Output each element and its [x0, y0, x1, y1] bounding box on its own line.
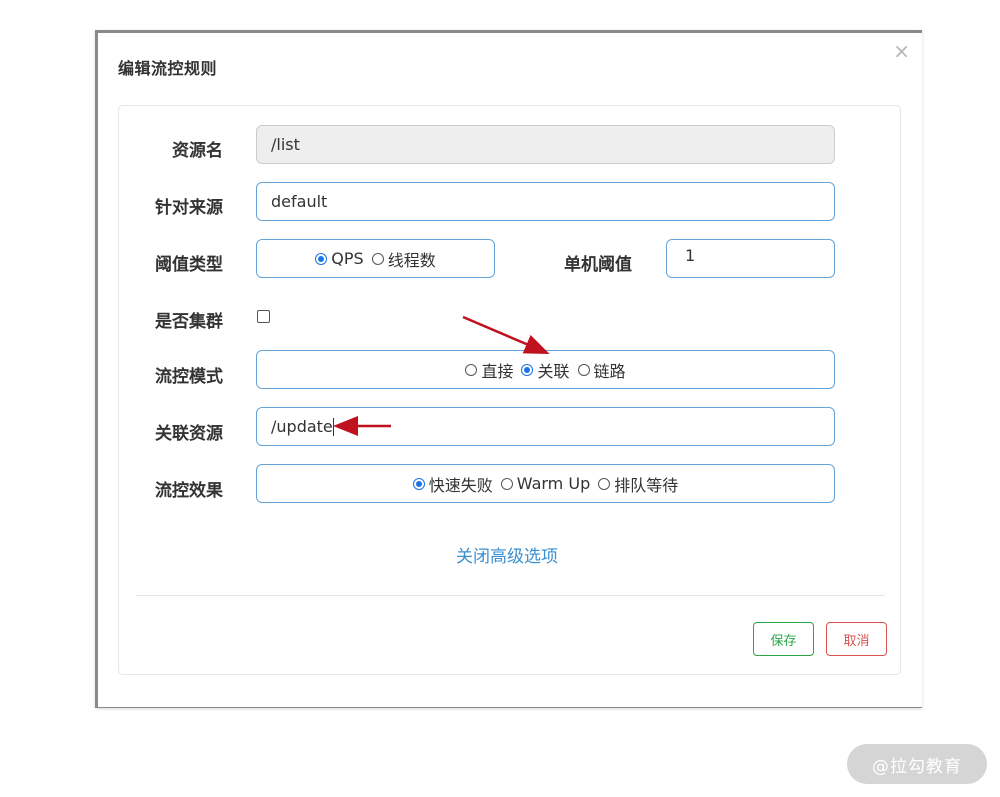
radio-selected-icon — [521, 363, 534, 376]
behavior-option-fail-fast[interactable]: 快速失败 — [412, 472, 493, 496]
resource-name-label: 资源名 — [172, 141, 223, 161]
radio-unselected-icon — [465, 363, 478, 376]
limit-app-label: 针对来源 — [155, 198, 223, 218]
grade-label: 阈值类型 — [155, 255, 223, 275]
strategy-option-label: 直接 — [481, 361, 514, 381]
brand-watermark: @拉勾教育 — [847, 744, 987, 784]
grade-radio-group: QPS 线程数 — [256, 239, 495, 278]
strategy-option-chain[interactable]: 链路 — [577, 358, 626, 382]
count-label: 单机阈值 — [564, 255, 632, 275]
close-advanced-options-link[interactable]: 关闭高级选项 — [456, 542, 558, 567]
behavior-option-label: 快速失败 — [428, 475, 493, 495]
dialog-title: 编辑流控规则 — [118, 59, 218, 78]
control-behavior-label: 流控效果 — [155, 481, 223, 501]
ref-resource-input[interactable]: /update — [256, 407, 835, 446]
strategy-option-label: 链路 — [593, 361, 626, 381]
cluster-mode-label: 是否集群 — [155, 312, 223, 332]
radio-unselected-icon — [500, 477, 513, 490]
strategy-radio-group: 直接 关联 链路 — [256, 350, 835, 389]
screenshot-stage: 编辑流控规则 × 资源名 针对来源 阈值类型 QPS — [0, 0, 1000, 797]
save-button[interactable]: 保存 — [753, 622, 814, 656]
text-cursor — [332, 417, 334, 436]
ref-resource-value[interactable]: /update — [271, 417, 333, 436]
behavior-option-warm-up[interactable]: Warm Up — [500, 474, 591, 493]
resource-name-input — [256, 125, 835, 164]
limit-app-input[interactable] — [256, 182, 835, 221]
radio-selected-icon — [315, 252, 328, 265]
strategy-option-label: 关联 — [537, 361, 570, 381]
radio-unselected-icon — [371, 252, 384, 265]
resource-name-value — [257, 126, 834, 163]
close-icon[interactable]: × — [893, 41, 910, 61]
behavior-option-label: Warm Up — [516, 474, 591, 493]
count-input[interactable] — [666, 239, 835, 278]
strategy-label: 流控模式 — [155, 367, 223, 387]
behavior-option-label: 排队等待 — [614, 475, 679, 495]
radio-unselected-icon — [577, 363, 590, 376]
strategy-option-direct[interactable]: 直接 — [465, 358, 513, 382]
radio-selected-icon — [412, 477, 425, 490]
behavior-option-queue[interactable]: 排队等待 — [598, 472, 678, 496]
grade-option-label: QPS — [331, 249, 364, 268]
count-value[interactable] — [667, 240, 834, 277]
grade-option-qps[interactable]: QPS — [315, 249, 364, 268]
grade-option-label: 线程数 — [387, 250, 436, 270]
radio-unselected-icon — [598, 477, 611, 490]
grade-option-thread[interactable]: 线程数 — [371, 247, 436, 271]
strategy-option-relate[interactable]: 关联 — [521, 358, 570, 382]
footer-divider — [136, 595, 885, 596]
cluster-mode-checkbox[interactable] — [257, 310, 270, 323]
edit-flow-rule-dialog: 编辑流控规则 × 资源名 针对来源 阈值类型 QPS — [95, 30, 922, 708]
ref-resource-label: 关联资源 — [155, 424, 223, 444]
control-behavior-radio-group: 快速失败 Warm Up 排队等待 — [256, 464, 835, 503]
limit-app-value[interactable] — [257, 183, 834, 220]
form-panel: 资源名 针对来源 阈值类型 QPS 线程数 — [118, 105, 901, 675]
cancel-button[interactable]: 取消 — [826, 622, 887, 656]
